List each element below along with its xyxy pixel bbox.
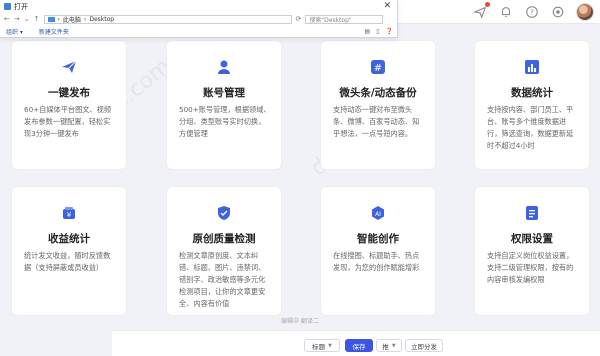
page-hint: 编辑中 翻译二 [281, 318, 319, 325]
dialog-app-icon [4, 3, 11, 10]
hashtag-icon: # [369, 58, 387, 76]
svg-text:#: # [374, 63, 382, 74]
path-segment[interactable]: Desktop [89, 16, 114, 23]
search-input[interactable]: 搜索"Desktop" [305, 14, 384, 24]
document-icon [523, 204, 541, 222]
title-dropdown-button[interactable]: 标题 ▼ [304, 339, 340, 352]
open-file-dialog: 打开 ✕ ← → ⌄ ↑ › 此电脑 › Desktop ⟳ 搜索"Deskto… [0, 0, 398, 38]
card-title: 账号管理 [203, 87, 245, 99]
card-desc: 在线搜图、标题助手、热点发现，为您的创作赋能增彩 [333, 251, 420, 272]
help-icon[interactable]: ❓ [386, 28, 393, 35]
close-icon[interactable]: ✕ [383, 1, 391, 11]
save-button[interactable]: 保存 [345, 339, 373, 352]
notification-dot [485, 2, 490, 7]
chevron-down-icon[interactable]: ⌄ [24, 15, 30, 23]
feature-card[interactable]: 数据统计 支持按内容、部门员工、平台、账号多个维度数据进行，筛选查询，数据更新延… [474, 40, 590, 170]
user-icon [215, 58, 233, 76]
bell-icon[interactable] [498, 4, 514, 20]
dialog-nav: ← → ⌄ ↑ › 此电脑 › Desktop ⟳ 搜索"Desktop" [0, 13, 397, 25]
card-title: 原创质量检测 [192, 233, 256, 245]
feature-card[interactable]: 权限设置 支持自定义岗位权益设置，支持二级管理权限，按有的内容审核发编权限 [474, 186, 590, 316]
svg-text:AI: AI [375, 211, 381, 218]
feature-card[interactable]: # 微头条/动态备份 支持动态一键对布至微头条、微博、百家号动态、知乎想法，一点… [320, 40, 436, 170]
card-desc: 60+自媒体平台图文、视频发布参数一键配置，轻松实现3分钟一键发布 [24, 105, 112, 138]
dialog-titlebar: 打开 ✕ [0, 0, 397, 13]
dialog-toolbar: 组织 ▾ 新建文件夹 ▤ ▯ ❓ [0, 25, 397, 37]
svg-text:¥: ¥ [67, 211, 72, 219]
send-status-icon[interactable] [472, 2, 490, 20]
publish-button[interactable]: 立即分发 [405, 339, 443, 352]
new-folder-button[interactable]: 新建文件夹 [39, 27, 69, 36]
card-desc: 统计发文收益，随时反馈数据（支持屏蔽或员收益） [24, 251, 111, 272]
feature-card[interactable]: 原创质量检测 检测文章原创度、文本纠错、标题、图片、违禁词、错别字、政治敏感等多… [166, 186, 282, 316]
card-desc: 检测文章原创度、文本纠错、标题、图片、违禁词、错别字、政治敏感等多元化检测项目，… [179, 251, 266, 308]
feature-card[interactable]: AI 智能创作 在线搜图、标题助手、热点发现，为您的创作赋能增彩 [320, 186, 436, 316]
chevron-down-icon: ▼ [391, 342, 396, 349]
wallet-icon: ¥ [60, 204, 78, 222]
send-icon [60, 58, 78, 76]
path-segment[interactable]: 此电脑 [63, 15, 81, 24]
refresh-icon[interactable]: ⟳ [296, 15, 302, 23]
address-bar[interactable]: › 此电脑 › Desktop [43, 14, 292, 24]
card-desc: 支持自定义岗位权益设置，支持二级管理权限，按有的内容审核发编权限 [487, 251, 574, 284]
card-desc: 支持按内容、部门员工、平台、账号多个维度数据进行，筛选查询，数据更新延时不超过4… [487, 105, 574, 150]
card-desc: 支持动态一键对布至微头条、微博、百家号动态、知乎想法，一点号短内容。 [333, 105, 420, 138]
card-desc: 500+账号管理，根据领域、分组、类型账号实时切换，方便管理 [179, 105, 271, 138]
settings-icon[interactable] [550, 4, 566, 20]
help-icon[interactable]: ? [524, 4, 540, 20]
feature-card[interactable]: 一键发布 60+自媒体平台图文、视频发布参数一键配置，轻松实现3分钟一键发布 [11, 40, 127, 170]
card-title: 数据统计 [511, 87, 553, 99]
preview-pane-icon[interactable]: ▯ [376, 28, 379, 35]
back-arrow-icon[interactable]: ← [4, 15, 10, 23]
stats-icon [523, 58, 541, 76]
svg-text:?: ? [530, 9, 534, 17]
card-title: 微头条/动态备份 [339, 87, 417, 99]
view-options-icon[interactable]: ▤ [365, 28, 371, 35]
organize-menu[interactable]: 组织 ▾ [6, 27, 23, 36]
forward-arrow-icon[interactable]: → [14, 15, 20, 23]
shield-check-icon [215, 204, 233, 222]
feature-card[interactable]: ¥ 收益统计 统计发文收益，随时反馈数据（支持屏蔽或员收益） [11, 186, 127, 316]
dialog-title: 打开 [14, 2, 28, 11]
folder-icon [47, 16, 55, 22]
topbar-icons: ? [472, 2, 594, 21]
avatar[interactable] [576, 3, 594, 21]
sync-button[interactable]: 推 ▼ [376, 339, 402, 352]
card-title: 一键发布 [48, 87, 90, 99]
chevron-down-icon: ▼ [328, 342, 332, 349]
up-arrow-icon[interactable]: ↑ [34, 15, 40, 23]
card-title: 收益统计 [48, 233, 90, 245]
card-title: 权限设置 [511, 233, 553, 245]
ai-icon: AI [369, 204, 387, 222]
card-title: 智能创作 [357, 233, 399, 245]
feature-card[interactable]: 账号管理 500+账号管理，根据领域、分组、类型账号实时切换，方便管理 [166, 40, 282, 170]
